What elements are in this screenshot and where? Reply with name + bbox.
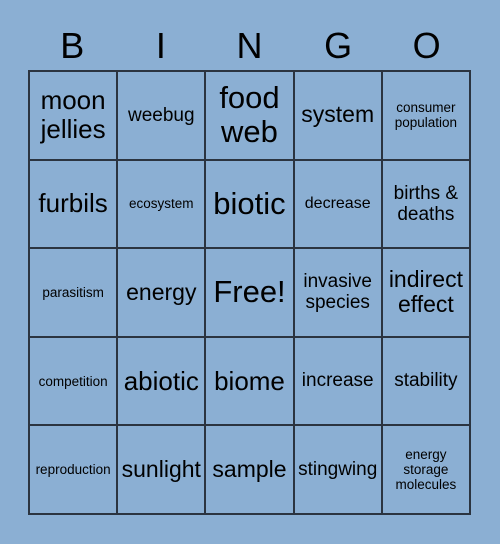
bingo-cell-r1c5[interactable]: consumer population: [382, 72, 471, 161]
bingo-cell-label: competition: [38, 373, 108, 389]
bingo-header-letter-o: O: [412, 25, 441, 66]
bingo-cell-r5c5[interactable]: energy storage molecules: [382, 426, 471, 515]
bingo-cell-r4c2[interactable]: abiotic: [118, 337, 207, 427]
bingo-cell-label: energy: [126, 278, 197, 305]
bingo-cell-label: sample: [212, 455, 287, 482]
bingo-cell-r2c1[interactable]: furbils: [30, 160, 119, 250]
bingo-cell-label: food web: [219, 79, 280, 150]
bingo-cell-label: biotic: [213, 185, 286, 221]
bingo-cell-r3c4[interactable]: invasive species: [294, 249, 383, 338]
bingo-cell-label: increase: [301, 370, 374, 392]
bingo-cell-r5c4[interactable]: stingwing: [294, 426, 383, 515]
bingo-cell-r1c2[interactable]: weebug: [118, 72, 207, 161]
bingo-cell-r3c2[interactable]: energy: [118, 249, 207, 338]
bingo-cell-r2c5[interactable]: births & deaths: [382, 160, 471, 250]
bingo-cell-r4c3[interactable]: biome: [206, 337, 295, 427]
bingo-cell-label: stability: [394, 370, 458, 392]
bingo-cell-label: system: [301, 101, 375, 128]
bingo-cell-r2c3[interactable]: biotic: [206, 160, 295, 250]
bingo-cell-label: moon jellies: [40, 85, 106, 145]
bingo-cell-label: consumer population: [394, 100, 458, 131]
bingo-cell-label: births & deaths: [393, 182, 459, 225]
bingo-cell-r3c5[interactable]: indirect effect: [382, 249, 471, 338]
bingo-cell-label: energy storage molecules: [395, 447, 457, 493]
bingo-header-letter-n: N: [236, 25, 263, 66]
bingo-card: B I N G O moon jellies weebug food web s…: [0, 0, 500, 544]
bingo-cell-r2c2[interactable]: ecosystem: [118, 160, 207, 250]
bingo-cell-label: reproduction: [35, 462, 111, 478]
bingo-cell-label: biome: [214, 365, 285, 396]
bingo-cell-r2c4[interactable]: decrease: [294, 160, 383, 250]
bingo-header-letter-i: I: [155, 25, 166, 66]
bingo-cell-label: stingwing: [298, 459, 378, 481]
bingo-cell-label: Free!: [213, 274, 286, 310]
bingo-cell-r3c1[interactable]: parasitism: [30, 249, 119, 338]
bingo-cell-r1c4[interactable]: system: [294, 72, 383, 161]
bingo-cell-label: ecosystem: [129, 196, 194, 212]
bingo-cell-r4c1[interactable]: competition: [30, 337, 119, 427]
bingo-header: B I N G O: [28, 22, 471, 70]
bingo-cell-label: weebug: [128, 104, 195, 126]
bingo-cell-r4c4[interactable]: increase: [294, 337, 383, 427]
bingo-cell-label: indirect effect: [388, 265, 463, 318]
bingo-cell-r5c3[interactable]: sample: [206, 426, 295, 515]
bingo-cell-free-space[interactable]: Free!: [206, 249, 295, 338]
bingo-cell-label: invasive species: [303, 271, 373, 314]
bingo-cell-r5c2[interactable]: sunlight: [118, 426, 207, 515]
bingo-cell-r1c3[interactable]: food web: [206, 72, 295, 161]
bingo-grid: moon jellies weebug food web system cons…: [28, 70, 471, 515]
bingo-header-letter-g: G: [324, 25, 353, 66]
bingo-cell-label: abiotic: [123, 365, 199, 396]
bingo-cell-label: decrease: [304, 194, 371, 212]
bingo-cell-r4c5[interactable]: stability: [382, 337, 471, 427]
bingo-cell-label: parasitism: [42, 284, 104, 300]
bingo-header-letter-b: B: [60, 25, 85, 66]
bingo-cell-label: furbils: [38, 188, 108, 219]
bingo-cell-r1c1[interactable]: moon jellies: [30, 72, 119, 161]
bingo-cell-label: sunlight: [121, 455, 201, 482]
bingo-cell-r5c1[interactable]: reproduction: [30, 426, 119, 515]
